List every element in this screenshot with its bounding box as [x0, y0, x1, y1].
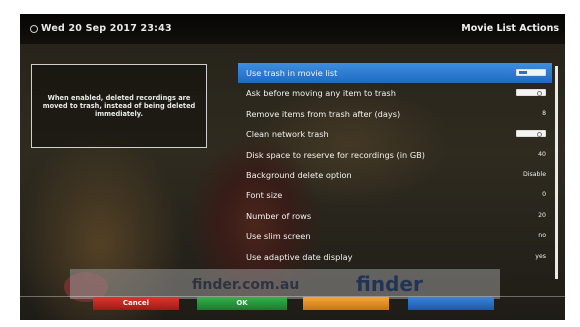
blue-button[interactable] — [408, 297, 494, 310]
menu-item-value: 20 — [538, 211, 546, 219]
menu-item-value: yes — [535, 252, 546, 260]
menu-item-use-trash[interactable]: Use trash in movie list — [238, 63, 552, 84]
clock-icon — [30, 25, 38, 33]
menu-item-clean-network-trash[interactable]: Clean network trash — [238, 124, 552, 144]
settings-menu: Use trash in movie list Ask before movin… — [238, 63, 552, 267]
menu-item-value: 8 — [542, 109, 546, 117]
menu-item-label: Font size — [246, 190, 283, 201]
menu-item-label: Background delete option — [246, 169, 352, 180]
menu-item-label: Clean network trash — [246, 129, 329, 140]
menu-item-label: Use slim screen — [246, 231, 311, 242]
toggle-switch[interactable] — [516, 89, 546, 97]
menu-item-value: 40 — [538, 150, 546, 158]
screen-title: Movie List Actions — [461, 23, 559, 34]
date-time: Wed 20 Sep 2017 23:43 — [41, 23, 172, 34]
menu-item-value: no — [538, 232, 546, 240]
menu-item-value: 0 — [542, 191, 546, 199]
tv-screen: finder.com.au finder Wed 20 Sep 2017 23:… — [20, 14, 565, 320]
menu-item-slim-screen[interactable]: Use slim screen no — [238, 226, 552, 246]
menu-item-remove-after-days[interactable]: Remove items from trash after (days) 8 — [238, 104, 552, 124]
menu-item-label: Remove items from trash after (days) — [246, 108, 401, 119]
ok-button[interactable]: OK — [197, 297, 287, 310]
menu-item-ask-before-trash[interactable]: Ask before moving any item to trash — [238, 83, 552, 103]
menu-item-font-size[interactable]: Font size 0 — [238, 185, 552, 205]
toggle-switch[interactable] — [516, 130, 546, 138]
yellow-button[interactable] — [303, 297, 389, 310]
toggle-switch[interactable] — [516, 69, 546, 76]
help-box: When enabled, deleted recordings are mov… — [31, 64, 207, 148]
menu-item-value: Disable — [523, 170, 546, 178]
menu-item-adaptive-date[interactable]: Use adaptive date display yes — [238, 247, 552, 267]
menu-item-label: Use adaptive date display — [246, 251, 353, 262]
menu-item-label: Disk space to reserve for recordings (in… — [246, 149, 425, 160]
menu-item-label: Number of rows — [246, 210, 312, 221]
cancel-button[interactable]: Cancel — [93, 297, 179, 310]
menu-item-label: Use trash in movie list — [246, 68, 338, 78]
menu-item-label: Ask before moving any item to trash — [246, 88, 396, 99]
menu-item-number-of-rows[interactable]: Number of rows 20 — [238, 206, 552, 226]
help-text: When enabled, deleted recordings are mov… — [42, 94, 196, 118]
menu-item-background-delete[interactable]: Background delete option Disable — [238, 165, 552, 185]
menu-scrollbar[interactable] — [555, 66, 558, 279]
top-bar: Wed 20 Sep 2017 23:43 Movie List Actions — [20, 14, 565, 44]
menu-item-disk-space[interactable]: Disk space to reserve for recordings (in… — [238, 145, 552, 165]
